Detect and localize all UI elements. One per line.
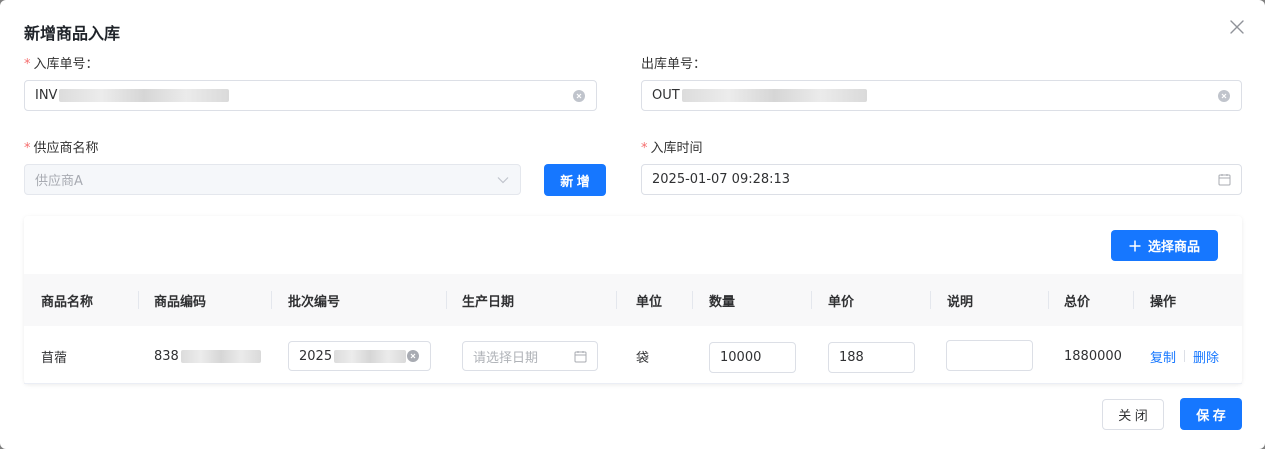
column-divider bbox=[692, 291, 693, 309]
batch-input[interactable]: 2025 bbox=[288, 341, 431, 371]
supplier-select[interactable]: 供应商A bbox=[24, 164, 521, 195]
col-name: 商品名称 bbox=[41, 294, 94, 310]
col-note: 说明 bbox=[947, 294, 974, 310]
quantity-input[interactable]: 10000 bbox=[709, 342, 796, 373]
add-inbound-dialog: 新增商品入库 * 入库单号： INV 出库单号： OUT * 供应商名称 供应商A … bbox=[0, 0, 1265, 449]
calendar-icon bbox=[573, 349, 587, 363]
col-prod-date: 生产日期 bbox=[462, 294, 515, 310]
outbound-no-label: 出库单号： bbox=[641, 57, 707, 72]
plus-icon bbox=[1129, 240, 1141, 252]
row-actions: 复制 删除 bbox=[1150, 346, 1219, 366]
outbound-no-input[interactable]: OUT bbox=[641, 80, 1242, 111]
column-divider bbox=[616, 291, 617, 309]
quantity-value: 10000 bbox=[720, 350, 762, 365]
cell-code-value: 838 bbox=[154, 348, 179, 364]
delete-link[interactable]: 删除 bbox=[1193, 347, 1219, 366]
batch-value: 2025 bbox=[299, 348, 333, 364]
required-mark: * bbox=[24, 57, 31, 72]
col-qty: 数量 bbox=[709, 294, 736, 310]
supplier-label: * 供应商名称 bbox=[24, 137, 99, 156]
inbound-time-label: * 入库时间 bbox=[641, 137, 703, 156]
supplier-label-text: 供应商名称 bbox=[33, 141, 99, 156]
redacted-value bbox=[334, 349, 406, 363]
price-value: 188 bbox=[839, 350, 864, 365]
column-divider bbox=[1048, 291, 1049, 309]
row-divider bbox=[24, 383, 1242, 384]
add-supplier-button[interactable]: 新 增 bbox=[544, 164, 606, 196]
table-header bbox=[24, 274, 1242, 326]
note-input[interactable] bbox=[946, 340, 1033, 371]
inbound-time-value: 2025-01-07 09:28:13 bbox=[652, 172, 791, 187]
cell-unit: 袋 bbox=[636, 350, 650, 366]
col-batch: 批次编号 bbox=[288, 294, 341, 310]
cell-name: 苜蓿 bbox=[41, 350, 68, 366]
cell-total: 1880000 bbox=[1064, 348, 1122, 364]
column-divider bbox=[930, 291, 931, 309]
action-divider bbox=[1184, 350, 1186, 362]
col-price: 单价 bbox=[828, 294, 855, 310]
col-code: 商品编码 bbox=[154, 294, 207, 310]
inbound-no-input[interactable]: INV bbox=[24, 80, 597, 111]
column-divider bbox=[138, 291, 139, 309]
required-mark: * bbox=[641, 141, 648, 156]
col-total: 总价 bbox=[1064, 294, 1091, 310]
col-unit: 单位 bbox=[636, 294, 663, 310]
supplier-value: 供应商A bbox=[35, 174, 83, 189]
inbound-time-picker[interactable]: 2025-01-07 09:28:13 bbox=[641, 164, 1242, 195]
save-button[interactable]: 保 存 bbox=[1180, 398, 1242, 430]
cell-code: 838 bbox=[154, 346, 261, 366]
column-divider bbox=[811, 291, 812, 309]
column-divider bbox=[446, 291, 447, 309]
col-actions: 操作 bbox=[1150, 294, 1177, 310]
outbound-no-value: OUT bbox=[652, 88, 680, 103]
redacted-value bbox=[180, 349, 261, 363]
close-icon[interactable] bbox=[1228, 18, 1246, 36]
close-button[interactable]: 关 闭 bbox=[1102, 399, 1164, 430]
prod-date-placeholder: 请选择日期 bbox=[473, 350, 539, 366]
select-goods-label: 选择商品 bbox=[1147, 239, 1200, 254]
calendar-icon bbox=[1217, 173, 1231, 187]
redacted-value bbox=[681, 89, 867, 102]
inbound-no-label: * 入库单号： bbox=[24, 53, 99, 72]
prod-date-picker[interactable]: 请选择日期 bbox=[462, 341, 598, 371]
clear-icon[interactable] bbox=[406, 349, 420, 363]
chevron-down-icon bbox=[496, 173, 510, 187]
price-input[interactable]: 188 bbox=[828, 342, 915, 373]
column-divider bbox=[271, 291, 272, 309]
copy-link[interactable]: 复制 bbox=[1150, 347, 1176, 366]
inbound-no-label-text: 入库单号： bbox=[33, 57, 99, 72]
select-goods-button[interactable]: 选择商品 bbox=[1111, 230, 1218, 261]
column-divider bbox=[1133, 291, 1134, 309]
inbound-time-label-text: 入库时间 bbox=[650, 141, 703, 156]
dialog-title: 新增商品入库 bbox=[24, 24, 121, 43]
required-mark: * bbox=[24, 141, 31, 156]
clear-icon[interactable] bbox=[572, 89, 586, 103]
inbound-no-value: INV bbox=[35, 88, 58, 103]
redacted-value bbox=[59, 89, 230, 102]
clear-icon[interactable] bbox=[1217, 89, 1231, 103]
